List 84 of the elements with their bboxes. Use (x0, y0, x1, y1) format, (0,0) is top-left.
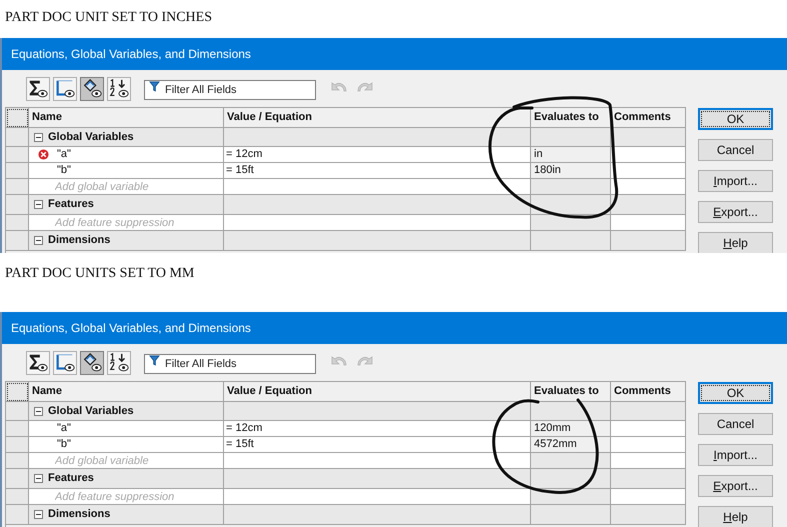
caption: PART DOC UNIT SET TO INCHES (5, 10, 212, 25)
group-row-cell[interactable]: Features (29, 195, 224, 215)
variable-name: "a" (57, 423, 71, 434)
toolbar-toggle-button[interactable] (53, 350, 77, 374)
filter-icon (149, 80, 160, 92)
dialog-button[interactable]: Help (698, 506, 773, 527)
group-name: Features (48, 473, 94, 484)
column-header[interactable]: Value / Equation (224, 108, 531, 128)
collapse-icon[interactable] (34, 474, 43, 483)
table-cell: in (531, 147, 611, 163)
column-header[interactable]: Comments (611, 382, 686, 402)
column-header[interactable]: Name (29, 108, 224, 128)
group-name: Dimensions (48, 235, 110, 246)
table-cell: = 12cm (224, 147, 531, 163)
row-header-cell[interactable] (6, 179, 29, 195)
window-title: Equations, Global Variables, and Dimensions (11, 320, 251, 337)
group-row-cell[interactable]: Features (29, 469, 224, 489)
group-name: Features (48, 199, 94, 210)
table-cell: = 15ft (224, 437, 531, 453)
variable-name: "b" (57, 439, 71, 450)
toolbar-toggle-button[interactable] (53, 76, 77, 100)
toolbar-toggle-button[interactable] (107, 76, 131, 100)
table-cell: = 15ft (224, 163, 531, 179)
dialog-button[interactable]: Cancel (698, 139, 773, 161)
column-header[interactable]: Name (29, 382, 224, 402)
sort-order-eye-icon (108, 352, 130, 374)
dialog-button[interactable]: Cancel (698, 413, 773, 435)
dialog-button[interactable]: Import... (698, 170, 773, 192)
row-header-cell[interactable] (6, 402, 29, 421)
row-header-cell[interactable] (6, 437, 29, 453)
filter-field[interactable]: Filter All Fields (144, 354, 316, 374)
dialog-button[interactable]: OK (698, 382, 773, 404)
group-row-cell[interactable]: Dimensions (29, 505, 224, 525)
row-header-cell[interactable] (6, 453, 29, 469)
row-header-cell[interactable] (6, 195, 29, 215)
corner-cell[interactable] (6, 108, 29, 128)
column-header[interactable]: Value / Equation (224, 382, 531, 402)
window-title: Equations, Global Variables, and Dimensions (11, 46, 251, 63)
group-row-cell[interactable]: Global Variables (29, 402, 224, 421)
table-cell: 120mm (531, 421, 611, 437)
table-cell: = 12cm (224, 421, 531, 437)
toolbar-toggle-button[interactable] (26, 350, 50, 374)
collapse-icon[interactable] (34, 406, 43, 416)
corner-cell[interactable] (6, 382, 29, 402)
row-header-cell[interactable] (6, 147, 29, 163)
dialog-button[interactable]: Import... (698, 444, 773, 466)
group-name: Global Variables (48, 132, 134, 142)
group-name: Dimensions (48, 509, 110, 520)
table-cell: 4572mm (531, 437, 611, 453)
collapse-icon[interactable] (34, 236, 43, 245)
table-cell: 180in (531, 163, 611, 179)
dimension-eye-icon (81, 78, 103, 100)
group-row-cell[interactable]: Global Variables (29, 128, 224, 147)
row-header-cell[interactable] (6, 163, 29, 179)
variable-name: "a" (57, 149, 71, 160)
toolbar-toggle-button[interactable] (107, 350, 131, 374)
dialog-button[interactable]: OK (698, 108, 773, 130)
row-header-cell[interactable] (6, 469, 29, 489)
collapse-icon[interactable] (34, 132, 43, 142)
group-name: Global Variables (48, 406, 134, 416)
toolbar-toggle-button[interactable] (80, 350, 104, 374)
row-header-cell[interactable] (6, 505, 29, 525)
row-header-cell[interactable] (6, 231, 29, 251)
frame-eye-icon (54, 78, 76, 100)
variable-name: "b" (57, 165, 71, 176)
dialog-button[interactable]: Export... (698, 201, 773, 223)
row-header-cell[interactable] (6, 489, 29, 505)
dialog-button[interactable]: Help (698, 232, 773, 253)
row-header-cell[interactable] (6, 215, 29, 231)
collapse-icon[interactable] (34, 510, 43, 519)
toolbar-toggle-button[interactable] (26, 76, 50, 100)
column-header[interactable]: Comments (611, 108, 686, 128)
filter-icon (149, 354, 160, 366)
row-header-cell[interactable] (6, 421, 29, 437)
row-header-cell[interactable] (6, 128, 29, 147)
group-row-cell[interactable]: Dimensions (29, 231, 224, 251)
frame-eye-icon (54, 352, 76, 374)
toolbar-toggle-button[interactable] (80, 76, 104, 100)
sort-order-eye-icon (108, 78, 130, 100)
dimension-eye-icon (81, 352, 103, 374)
collapse-icon[interactable] (34, 200, 43, 209)
dialog-button[interactable]: Export... (698, 475, 773, 497)
caption: PART DOC UNITS SET TO MM (5, 266, 194, 281)
filter-field[interactable]: Filter All Fields (144, 80, 316, 100)
